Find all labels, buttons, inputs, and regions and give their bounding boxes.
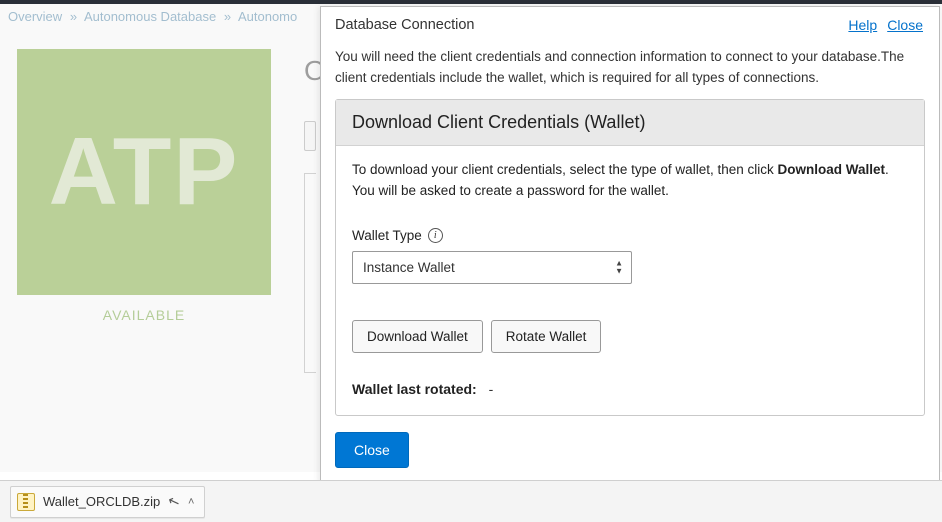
info-icon[interactable]: i [428, 228, 443, 243]
wallet-panel-title: Download Client Credentials (Wallet) [336, 100, 924, 146]
cursor-icon: ↖ [166, 492, 183, 512]
close-link[interactable]: Close [887, 17, 923, 33]
modal-header: Database Connection Help Close [321, 7, 939, 39]
atp-badge: ATP [17, 49, 271, 295]
wallet-last-rotated-label: Wallet last rotated: [352, 381, 477, 397]
zip-file-icon [17, 493, 35, 511]
wallet-instructions: To download your client credentials, sel… [352, 160, 908, 202]
toolbar-button-cut[interactable] [304, 121, 316, 151]
wallet-type-selected: Instance Wallet [363, 260, 455, 275]
modal-description: You will need the client credentials and… [321, 39, 939, 99]
download-wallet-button[interactable]: Download Wallet [352, 320, 483, 353]
close-button[interactable]: Close [335, 432, 409, 468]
wallet-last-rotated-value: - [481, 381, 494, 397]
breadcrumb-current-cut: Autonomo [238, 9, 297, 24]
download-filename: Wallet_ORCLDB.zip [43, 494, 160, 509]
wallet-type-select[interactable]: Instance Wallet ▲▼ [352, 251, 632, 284]
breadcrumb-overview[interactable]: Overview [8, 9, 62, 24]
chevron-up-icon[interactable]: ˄ [188, 496, 194, 508]
help-link[interactable]: Help [848, 17, 877, 33]
wallet-instructions-bold: Download Wallet [777, 162, 885, 177]
breadcrumb-autonomous-database[interactable]: Autonomous Database [84, 9, 216, 24]
wallet-last-rotated: Wallet last rotated: - [352, 381, 908, 397]
browser-download-bar: Wallet_ORCLDB.zip ↖ ˄ [0, 480, 942, 522]
modal-title: Database Connection [335, 17, 474, 33]
wallet-panel: Download Client Credentials (Wallet) To … [335, 99, 925, 416]
db-connection-modal: Database Connection Help Close You will … [320, 6, 940, 485]
select-stepper-icon: ▲▼ [615, 260, 623, 275]
breadcrumb-sep: » [220, 9, 235, 24]
details-panel-cut [304, 173, 316, 373]
rotate-wallet-button[interactable]: Rotate Wallet [491, 320, 602, 353]
atp-badge-column: ATP AVAILABLE [8, 49, 280, 373]
atp-status: AVAILABLE [103, 307, 185, 323]
wallet-type-label: Wallet Type i [352, 228, 443, 243]
wallet-type-label-text: Wallet Type [352, 228, 422, 243]
breadcrumb-sep: » [66, 9, 81, 24]
wallet-instructions-pre: To download your client credentials, sel… [352, 162, 777, 177]
download-chip[interactable]: Wallet_ORCLDB.zip ↖ ˄ [10, 486, 205, 518]
